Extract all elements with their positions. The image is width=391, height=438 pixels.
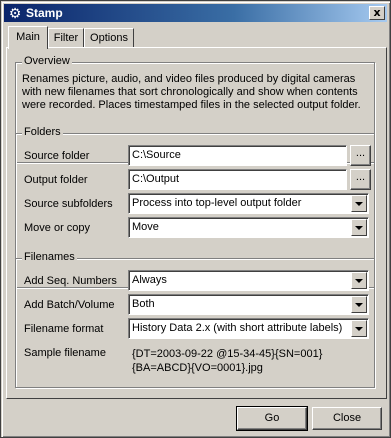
title-bar[interactable]: ⚙ Stamp x <box>4 4 387 22</box>
output-folder-field[interactable]: C:\Output <box>128 169 347 190</box>
seq-numbers-label: Add Seq. Numbers <box>24 275 117 287</box>
move-or-copy-value: Move <box>132 221 159 233</box>
filename-format-value: History Data 2.x (with short attribute l… <box>132 322 343 334</box>
move-or-copy-label: Move or copy <box>24 222 91 234</box>
close-button[interactable]: Close <box>312 407 382 430</box>
tab-options[interactable]: Options <box>84 28 134 48</box>
source-folder-field[interactable]: C:\Source <box>128 145 347 166</box>
tab-filter[interactable]: Filter <box>48 28 84 48</box>
main-tab-panel: Overview Renames picture, audio, and vid… <box>6 47 387 399</box>
batch-volume-value: Both <box>132 298 155 310</box>
move-or-copy-select[interactable]: Move <box>128 217 369 238</box>
seq-numbers-value: Always <box>132 274 167 286</box>
tab-main[interactable]: Main <box>8 26 48 49</box>
chevron-down-icon[interactable] <box>351 219 367 236</box>
go-button[interactable]: Go <box>236 406 308 431</box>
source-folder-label: Source folder <box>24 150 90 162</box>
seq-numbers-select[interactable]: Always <box>128 270 369 291</box>
sample-filename-line2: {BA=ABCD}{VO=0001}.jpg <box>132 362 263 374</box>
gear-icon: ⚙ <box>8 5 22 21</box>
folders-title: Folders <box>22 126 63 138</box>
overview-title: Overview <box>22 55 72 67</box>
sample-filename-line1: {DT=2003-09-22 @15-34-45}{SN=001} <box>132 348 323 360</box>
filenames-group: Filenames Add Seq. Numbers Always Add Ba… <box>15 251 375 388</box>
filename-format-select[interactable]: History Data 2.x (with short attribute l… <box>128 318 369 339</box>
source-subfolders-value: Process into top-level output folder <box>132 197 302 209</box>
sample-filename-label: Sample filename <box>24 347 106 359</box>
source-browse-button[interactable]: ... <box>350 145 371 166</box>
output-folder-label: Output folder <box>24 174 88 186</box>
output-browse-button[interactable]: ... <box>350 169 371 190</box>
chevron-down-icon[interactable] <box>351 320 367 337</box>
close-icon[interactable]: x <box>369 6 385 20</box>
overview-description: Renames picture, audio, and video files … <box>22 73 361 111</box>
source-subfolders-label: Source subfolders <box>24 198 113 210</box>
filename-format-label: Filename format <box>24 323 104 335</box>
batch-volume-label: Add Batch/Volume <box>24 299 115 311</box>
filenames-title: Filenames <box>22 251 77 263</box>
source-subfolders-select[interactable]: Process into top-level output folder <box>128 193 369 214</box>
window-title: Stamp <box>26 6 63 20</box>
batch-volume-select[interactable]: Both <box>128 294 369 315</box>
chevron-down-icon[interactable] <box>351 296 367 313</box>
chevron-down-icon[interactable] <box>351 195 367 212</box>
chevron-down-icon[interactable] <box>351 272 367 289</box>
stamp-window: ⚙ Stamp x Main Filter Options Overview R… <box>0 0 391 438</box>
